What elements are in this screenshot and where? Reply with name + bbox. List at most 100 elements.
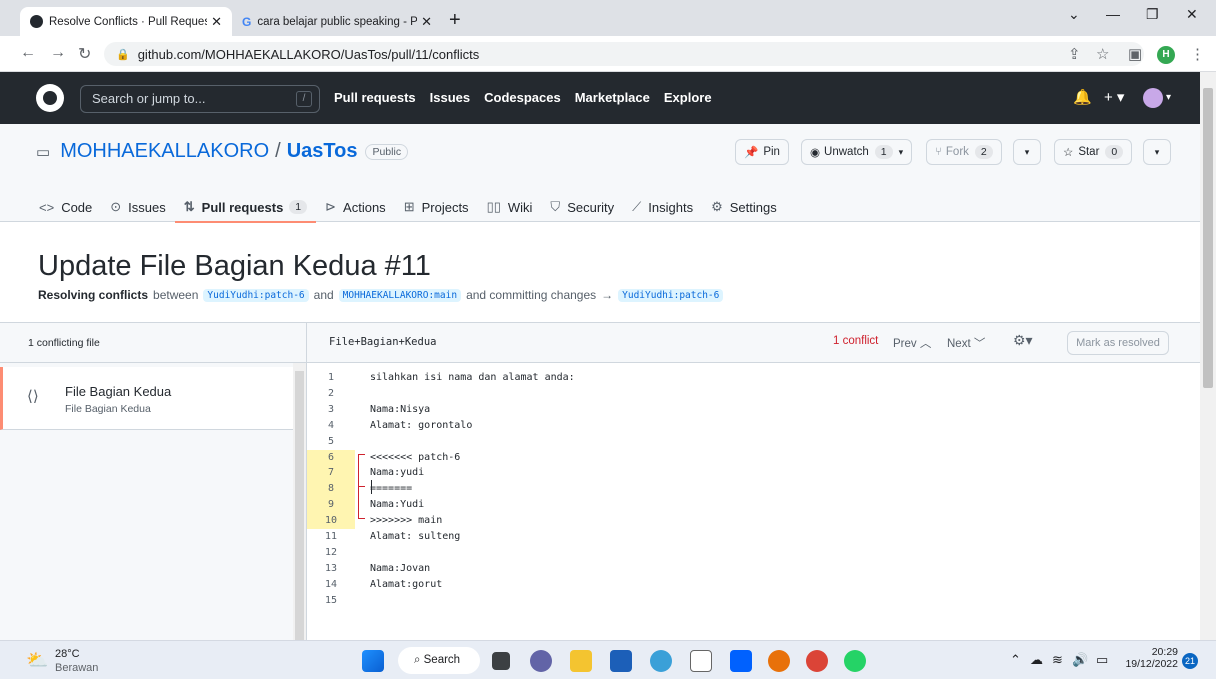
task-view-icon[interactable] (492, 652, 510, 670)
whatsapp-icon[interactable] (844, 650, 866, 672)
user-avatar[interactable] (1143, 88, 1163, 108)
line-number: 3 (327, 403, 335, 415)
code-line[interactable]: 15 (307, 593, 1200, 609)
star-dropdown-button[interactable]: ▾ (1143, 139, 1171, 165)
tab-pull-requests[interactable]: ⇅ Pull requests 1 (174, 192, 317, 223)
next-conflict-button[interactable]: Next ﹀ (947, 335, 985, 351)
bookmark-star-icon[interactable]: ☆ (1096, 45, 1109, 63)
nav-issues[interactable]: Issues (430, 90, 470, 105)
code-line[interactable]: 14 Alamat:gorut (307, 577, 1200, 593)
url-bar[interactable]: 🔒 github.com/MOHHAEKALLAKORO/UasTos/pull… (104, 42, 1144, 66)
code-line[interactable]: 4 Alamat: gorontalo (307, 418, 1200, 434)
microsoft-store-icon[interactable] (610, 650, 632, 672)
line-number: 14 (324, 578, 338, 590)
clock[interactable]: 20:29 19/12/2022 (1122, 646, 1178, 670)
search-input[interactable]: Search or jump to... / (80, 85, 320, 113)
tab-close-icon[interactable]: ✕ (421, 14, 432, 30)
repo-owner-link[interactable]: MOHHAEKALLAKORO (60, 140, 269, 163)
code-line[interactable]: 11 Alamat: sulteng (307, 529, 1200, 545)
edge-browser-icon[interactable] (650, 650, 672, 672)
nav-codespaces[interactable]: Codespaces (484, 90, 561, 105)
wifi-icon[interactable]: ≋ (1052, 652, 1063, 668)
onedrive-cloud-icon[interactable]: ☁ (1030, 652, 1043, 668)
tab-security[interactable]: ⛉ Security (541, 192, 623, 222)
share-icon[interactable]: ⇪ (1068, 45, 1081, 63)
code-line[interactable]: 13 Nama:Jovan (307, 561, 1200, 577)
code-line[interactable]: 2 (307, 386, 1200, 402)
restore-icon[interactable]: ❐ (1146, 6, 1159, 23)
line-text: >>>>>>> main (370, 515, 443, 527)
tab-wiki[interactable]: ▯▯ Wiki (478, 192, 542, 222)
repo-name-link[interactable]: UasTos (287, 140, 358, 163)
line-text: Alamat: gorontalo (370, 419, 473, 431)
taskbar-search[interactable]: ⌕ Search (398, 647, 480, 674)
amazon-icon[interactable] (690, 650, 712, 672)
browser-tab-inactive[interactable]: G cara belajar public speaking - Pe ✕ (232, 7, 442, 36)
code-line[interactable]: 8 ======= (307, 481, 1200, 498)
avatar-dropdown-icon[interactable]: ▾ (1166, 92, 1171, 103)
tab-settings[interactable]: ⚙ Settings (702, 192, 786, 222)
file-name: File Bagian Kedua (65, 384, 172, 399)
code-editor[interactable]: 1 silahkan isi nama dan alamat anda: 2 3 Nam… (307, 364, 1200, 641)
table-icon: ⊞ (403, 199, 415, 214)
unwatch-button[interactable]: ◉ Unwatch 1 ▾ (801, 139, 913, 165)
code-line[interactable]: 1 silahkan isi nama dan alamat anda: (307, 370, 1200, 386)
nav-pull-requests[interactable]: Pull requests (334, 90, 416, 105)
notification-bell-icon[interactable]: 🔔 (1073, 88, 1092, 106)
prev-conflict-button[interactable]: Prev ︿ (893, 335, 931, 351)
tab-projects[interactable]: ⊞ Projects (395, 192, 478, 222)
weather-cloud-icon[interactable]: ⛅ (26, 650, 48, 671)
nav-marketplace[interactable]: Marketplace (575, 90, 650, 105)
file-list-scroll-thumb[interactable] (295, 371, 304, 641)
code-line[interactable]: 3 Nama:Nisya (307, 402, 1200, 418)
page-scroll-thumb[interactable] (1203, 88, 1213, 388)
tab-close-icon[interactable]: ✕ (211, 14, 222, 30)
close-window-icon[interactable]: ✕ (1186, 6, 1198, 23)
profile-avatar[interactable]: H (1157, 46, 1175, 64)
github-logo-icon[interactable] (36, 84, 64, 112)
tab-label: Security (567, 199, 615, 215)
star-button[interactable]: ☆ Star 0 (1054, 139, 1133, 165)
base-branch[interactable]: MOHHAEKALLAKORO:main (338, 288, 462, 302)
editor-settings-gear-icon[interactable]: ⚙▾ (1013, 332, 1033, 349)
tab-insights[interactable]: ⟋ Insights (623, 192, 702, 222)
notification-badge[interactable]: 21 (1182, 653, 1198, 669)
conflicting-file-item[interactable]: ⟨⟩ File Bagian Kedua File Bagian Kedua (0, 367, 293, 430)
forward-icon[interactable]: → (50, 44, 66, 62)
tab-issues[interactable]: ⊙ Issues (101, 192, 174, 222)
tab-search-icon[interactable]: ⌄ (1068, 6, 1080, 23)
code-line[interactable]: 6 <<<<<<< patch-6 (307, 449, 1200, 466)
chrome-icon[interactable] (806, 650, 828, 672)
opera-icon[interactable] (768, 650, 790, 672)
fork-dropdown-button[interactable]: ▾ (1013, 139, 1041, 165)
reload-icon[interactable]: ↻ (78, 44, 91, 64)
code-line[interactable]: 10 >>>>>>> main (307, 513, 1200, 530)
side-panel-icon[interactable]: ▣ (1128, 45, 1142, 63)
battery-icon[interactable]: ▭ (1096, 652, 1108, 668)
create-new-icon[interactable]: + ▾ (1104, 88, 1124, 106)
chrome-menu-icon[interactable]: ⋮ (1190, 45, 1205, 63)
code-line[interactable]: 7 Nama:yudi (307, 465, 1200, 482)
minimize-icon[interactable]: — (1106, 6, 1120, 22)
windows-start-icon[interactable] (362, 650, 384, 672)
volume-icon[interactable]: 🔊 (1072, 652, 1088, 668)
nav-explore[interactable]: Explore (664, 90, 712, 105)
code-line[interactable]: 9 Nama:Yudi (307, 497, 1200, 514)
head-branch[interactable]: YudiYudhi:patch-6 (203, 288, 309, 302)
target-branch[interactable]: YudiYudhi:patch-6 (618, 288, 724, 302)
new-tab-icon[interactable]: + (449, 9, 461, 32)
tab-code[interactable]: <> Code (30, 192, 101, 222)
teams-chat-icon[interactable] (530, 650, 552, 672)
file-explorer-icon[interactable] (570, 650, 592, 672)
code-line[interactable]: 5 (307, 434, 1200, 450)
mark-as-resolved-button[interactable]: Mark as resolved (1067, 331, 1169, 355)
back-icon[interactable]: ← (20, 44, 36, 62)
editor-toolbar: File+Bagian+Kedua 1 conflict Prev ︿ Next… (307, 323, 1200, 363)
dropbox-icon[interactable] (730, 650, 752, 672)
pin-button[interactable]: 📌 Pin (735, 139, 789, 165)
fork-button[interactable]: ⑂ Fork 2 (926, 139, 1002, 165)
browser-tab-active[interactable]: Resolve Conflicts · Pull Request # ✕ (20, 7, 232, 36)
chevron-up-icon[interactable]: ⌃ (1010, 652, 1021, 668)
code-line[interactable]: 12 (307, 545, 1200, 561)
tab-actions[interactable]: ⊳ Actions (316, 192, 395, 222)
